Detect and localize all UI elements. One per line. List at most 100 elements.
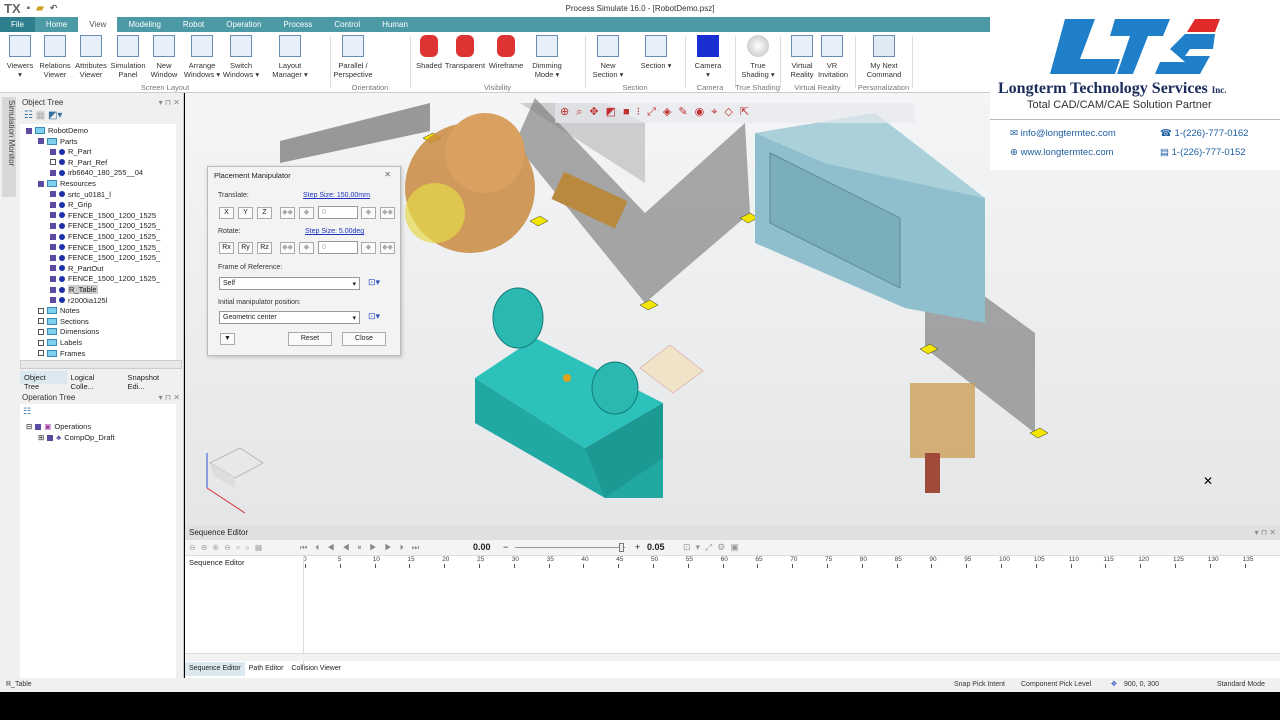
translate-z-button[interactable]: Z <box>257 207 272 219</box>
bottom-tab[interactable]: Collision Viewer <box>287 662 345 676</box>
visibility-checkbox[interactable] <box>50 148 56 155</box>
close-manipulator-icon[interactable]: ✕ <box>1203 474 1213 488</box>
tree-node[interactable]: R_Table <box>50 285 98 294</box>
tree-horizontal-scrollbar[interactable] <box>20 360 182 369</box>
visibility-checkbox[interactable] <box>38 180 44 187</box>
dimming-button[interactable]: Dimming Mode ▾ <box>532 35 562 79</box>
decrease-step-icon[interactable]: − <box>503 542 508 552</box>
rotate-fast-back-button[interactable]: ◆◆ <box>280 242 295 254</box>
perspective-button[interactable]: Parallel / Perspective <box>333 35 373 79</box>
tab-process[interactable]: Process <box>272 17 323 32</box>
reset-button[interactable]: Reset <box>288 332 332 346</box>
translate-fast-forward-button[interactable]: ◆◆ <box>380 207 395 219</box>
object-tree[interactable]: RobotDemo Parts R_Part R_Part_Ref irb6640_18… <box>20 124 176 360</box>
tab-operation[interactable]: Operation <box>215 17 272 32</box>
operation-tree[interactable]: ☷ ⊟ ▣ Operations ⊞ ♣ CompOp_Draft <box>20 404 176 678</box>
tree-node[interactable]: R_Grip <box>50 200 92 209</box>
time-slider[interactable] <box>515 547 625 548</box>
r-table[interactable] <box>475 287 663 498</box>
new-window-button[interactable]: New Window <box>150 35 178 79</box>
rotate-rx-button[interactable]: Rx <box>219 242 234 254</box>
visibility-checkbox[interactable] <box>26 127 32 134</box>
vr-headset-button[interactable]: Virtual Reality <box>788 35 816 79</box>
pick-frame-icon[interactable]: ⊡▾ <box>368 277 380 288</box>
tab-view[interactable]: View <box>78 17 118 32</box>
translate-fast-back-button[interactable]: ◆◆ <box>280 207 295 219</box>
panel-controls-icon[interactable]: ▾ ⊓ ✕ <box>159 98 180 107</box>
wireframe-button[interactable]: Wireframe <box>488 35 524 70</box>
visibility-checkbox[interactable] <box>50 201 56 208</box>
tree-node[interactable]: R_PartOut <box>50 264 103 273</box>
switch-windows-button[interactable]: Switch Windows ▾ <box>222 35 260 79</box>
rotate-back-button[interactable]: ◆ <box>299 242 314 254</box>
object-panel-tab[interactable]: Snapshot Edi... <box>123 371 182 391</box>
tree-node[interactable]: Frames <box>38 349 85 358</box>
tree-node[interactable]: R_Part_Ref <box>50 158 107 167</box>
rotate-forward-button[interactable]: ◆ <box>361 242 376 254</box>
visibility-checkbox[interactable] <box>50 222 56 229</box>
tab-robot[interactable]: Robot <box>172 17 215 32</box>
dialog-close-icon[interactable]: ✕ <box>384 170 391 179</box>
horizontal-scrollbar[interactable] <box>185 653 1280 661</box>
time-slider-thumb[interactable] <box>619 543 624 552</box>
tree-node-operations[interactable]: ⊟ ▣ Operations <box>26 422 91 431</box>
navigation-cube[interactable] <box>206 447 264 514</box>
view-icon[interactable]: ◩▾ <box>48 110 62 121</box>
rotate-ry-button[interactable]: Ry <box>238 242 253 254</box>
tree-options-icon[interactable]: ☷ <box>23 406 31 417</box>
initial-position-select[interactable]: Geometric center ▾ <box>219 311 360 324</box>
visibility-checkbox[interactable] <box>38 350 44 357</box>
viewers-button[interactable]: Viewers ▾ <box>6 35 34 79</box>
new-section-button[interactable]: New Section ▾ <box>590 35 626 79</box>
expand-icon[interactable]: ▼ <box>220 333 235 345</box>
visibility-checkbox[interactable] <box>50 191 56 198</box>
tab-file[interactable]: File <box>0 17 35 32</box>
tab-home[interactable]: Home <box>35 17 78 32</box>
tree-node[interactable]: Sections <box>38 317 89 326</box>
tree-node[interactable]: Resources <box>38 179 96 188</box>
tree-options-icon[interactable]: ☷ <box>24 110 33 121</box>
visibility-checkbox[interactable] <box>50 275 56 282</box>
object-panel-tab[interactable]: Object Tree <box>20 371 67 391</box>
translate-y-button[interactable]: Y <box>238 207 253 219</box>
tree-node[interactable]: RobotDemo <box>26 126 88 135</box>
tree-node[interactable]: Notes <box>38 306 80 315</box>
tree-node[interactable]: FENCE_1500_1200_1525_ <box>50 253 160 262</box>
options-icons[interactable]: ⊡▾⤢⚙▣ <box>683 542 744 553</box>
step-field[interactable]: 0.05 <box>647 542 665 552</box>
translate-forward-button[interactable]: ◆ <box>361 207 376 219</box>
tree-node[interactable]: FENCE_1500_1200_1525_ <box>50 243 160 252</box>
relations-button[interactable]: Relations Viewer <box>38 35 72 79</box>
visibility-checkbox[interactable] <box>50 169 56 176</box>
panel-controls-icon[interactable]: ▾ ⊓ ✕ <box>1255 528 1276 537</box>
simulation-monitor-tab[interactable]: Simulation Monitor <box>2 97 16 197</box>
tree-node[interactable]: FENCE_1500_1200_1525_ <box>50 221 160 230</box>
website[interactable]: www.longtermtec.com <box>1021 147 1114 158</box>
tree-node[interactable]: srtc_u0181_l <box>50 190 111 199</box>
filter-icon[interactable]: ▦ <box>36 110 45 121</box>
frame-of-reference-select[interactable]: Self ▾ <box>219 277 360 290</box>
shaded-button[interactable]: Shaded <box>414 35 444 70</box>
tree-node[interactable]: R_Part <box>50 147 91 156</box>
zoom-tools-icon[interactable]: ⊖⊕⊕⊖⌕⌕▦ <box>189 543 267 553</box>
fence-left[interactable] <box>280 93 430 163</box>
simulation-panel-button[interactable]: Simulation Panel <box>110 35 146 79</box>
tab-human[interactable]: Human <box>371 17 419 32</box>
tab-control[interactable]: Control <box>323 17 371 32</box>
attributes-button[interactable]: Attributes Viewer <box>74 35 108 79</box>
bottom-tab[interactable]: Path Editor <box>245 662 288 676</box>
tree-node[interactable]: FENCE_1500_1200_1525_ <box>50 232 160 241</box>
graphic-viewer-toolbar[interactable]: ⊕⌕✥◩■⁝⤢◈✎◉⌖◇⇱ <box>555 103 915 123</box>
rotate-rz-button[interactable]: Rz <box>257 242 272 254</box>
translate-step-size-link[interactable]: Step Size: 150.00mm <box>303 192 370 199</box>
translate-x-button[interactable]: X <box>219 207 234 219</box>
snap-pick-intent[interactable]: Snap Pick Intent <box>954 681 1005 688</box>
rotate-value-field[interactable]: 0 <box>318 241 358 254</box>
true-shading-button[interactable]: True Shading ▾ <box>740 35 776 79</box>
object-panel-tab[interactable]: Logical Colle... <box>67 371 124 391</box>
visibility-checkbox[interactable] <box>38 328 44 335</box>
visibility-checkbox[interactable] <box>50 212 56 219</box>
tree-node[interactable]: Labels <box>38 338 82 347</box>
close-button[interactable]: Close <box>342 332 386 346</box>
transparent-button[interactable]: Transparent <box>444 35 486 70</box>
